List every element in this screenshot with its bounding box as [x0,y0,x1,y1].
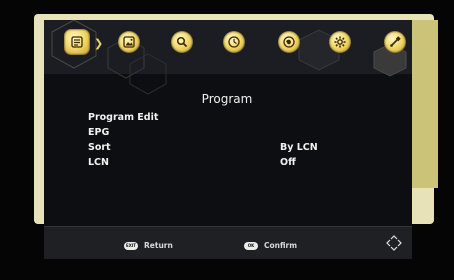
ok-key-icon: OK [244,241,258,250]
menu-title: Program [201,92,253,106]
sort-value[interactable]: By LCN [280,142,318,153]
tab-system[interactable] [329,31,351,53]
picture-icon [123,36,135,48]
chevron-right-icon: ❯ [94,37,104,50]
menu-item-epg[interactable]: EPG [88,127,109,138]
menu-item-program-edit[interactable]: Program Edit [88,112,158,123]
exit-key-icon: EXIT [124,241,138,250]
usb-icon [390,36,401,47]
tab-program[interactable] [64,29,90,55]
tab-usb[interactable] [384,31,406,53]
return-hint[interactable]: EXIT Return [124,241,173,250]
tab-channel-search[interactable] [171,31,193,53]
program-icon [71,36,83,48]
menu-item-lcn[interactable]: LCN [88,157,109,168]
return-label: Return [144,241,173,250]
time-icon [228,36,240,48]
channel-search-icon [176,36,188,48]
navigation-arrows-icon [386,235,402,251]
menu-item-sort[interactable]: Sort [88,142,111,153]
option-icon [283,36,295,48]
footer-bar [44,226,412,259]
tv-osd-screen: ❯ Program Program Edit EPG Sort By LCN L… [0,0,454,280]
confirm-hint[interactable]: OK Confirm [244,241,297,250]
confirm-label: Confirm [264,241,298,250]
lcn-value[interactable]: Off [280,157,296,168]
tab-picture[interactable] [118,31,140,53]
tab-time[interactable] [223,31,245,53]
tab-option[interactable] [278,31,300,53]
system-icon [334,36,346,48]
